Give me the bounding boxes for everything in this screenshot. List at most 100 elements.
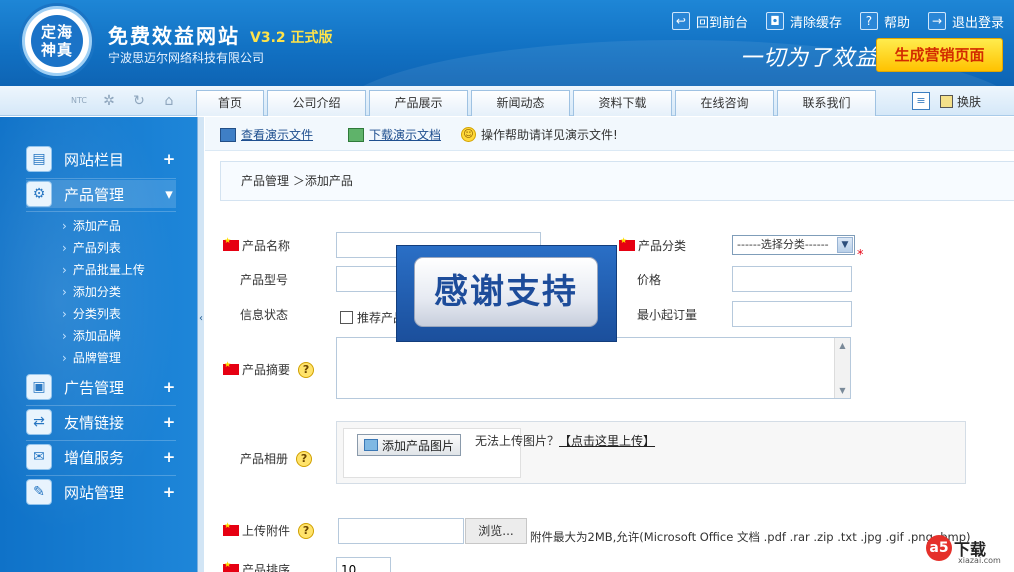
- sub-item-add-brand[interactable]: 添加品牌: [62, 325, 145, 347]
- category-select[interactable]: ------选择分类------ ▼: [732, 235, 855, 255]
- download-demo-link[interactable]: 下载演示文档: [369, 126, 441, 143]
- sub-item-product-list[interactable]: 产品列表: [62, 237, 145, 259]
- product-name-label-text: 产品名称: [242, 239, 291, 253]
- app-logo[interactable]: 定海 神真: [22, 6, 92, 76]
- add-image-label: 添加产品图片: [382, 438, 455, 453]
- home-return-icon: ↩: [671, 12, 690, 30]
- help-question-icon[interactable]: ?: [296, 450, 313, 467]
- logout-link[interactable]: → 退出登录: [927, 10, 1004, 32]
- nav-tabs: 首页 公司介绍 产品展示 新闻动态 资料下载 在线咨询 联系我们: [196, 90, 876, 116]
- attachment-file-input[interactable]: [338, 518, 464, 544]
- sort-label: 产品排序: [223, 560, 290, 572]
- upload-fail-text: 无法上传图片？: [475, 434, 560, 448]
- help-question-icon[interactable]: ?: [298, 361, 315, 378]
- sidebar-splitter[interactable]: ‹: [197, 117, 204, 572]
- smiley-icon: ☺: [461, 127, 476, 142]
- slogan: 一切为了效益: [740, 46, 879, 71]
- scroll-down-icon[interactable]: ▼: [835, 383, 850, 398]
- view-demo-link[interactable]: 查看演示文件: [241, 126, 313, 143]
- list-icon[interactable]: ≡: [912, 92, 930, 110]
- sidebar-section-label: 产品管理: [64, 185, 125, 204]
- ad-icon: ▣: [26, 374, 52, 400]
- required-flag-icon: [223, 236, 239, 251]
- sidebar-section-columns[interactable]: ▤ 网站栏目 +: [26, 145, 176, 173]
- upload-here-link[interactable]: 【点击这里上传】: [559, 434, 655, 448]
- divider: [26, 405, 176, 406]
- sub-item-bulk-upload[interactable]: 产品批量上传: [62, 259, 145, 281]
- main-content: 查看演示文件 下载演示文档 ☺ 操作帮助请详见演示文件! 产品管理 ＞添加产品 …: [205, 117, 1014, 572]
- help-link[interactable]: ? 帮助: [859, 10, 910, 32]
- browse-button[interactable]: 浏览...: [465, 518, 527, 544]
- view-demo: 查看演示文件: [220, 126, 313, 143]
- tab-consult[interactable]: 在线咨询: [675, 90, 774, 116]
- clear-cache-link[interactable]: ◘ 清除缓存: [765, 10, 842, 32]
- album-label-text: 产品相册: [240, 452, 289, 466]
- sidebar-section-value-added[interactable]: ✉ 增值服务 +: [26, 443, 176, 471]
- return-frontend-link[interactable]: ↩ 回到前台: [671, 10, 748, 32]
- top-links: ↩ 回到前台 ◘ 清除缓存 ? 帮助 → 退出登录: [671, 10, 1004, 32]
- tab-company[interactable]: 公司介绍: [267, 90, 366, 116]
- tab-news[interactable]: 新闻动态: [471, 90, 570, 116]
- generate-marketing-page-button[interactable]: 生成营销页面: [876, 38, 1003, 72]
- gear-icon[interactable]: ✲: [100, 92, 118, 110]
- sidebar-section-label: 广告管理: [64, 378, 125, 397]
- sidebar-section-products[interactable]: ⚙ 产品管理 ▾: [26, 180, 176, 208]
- summary-textarea[interactable]: ▲ ▼: [336, 337, 851, 399]
- chat-icon: ✉: [26, 444, 52, 470]
- required-flag-icon: [223, 560, 239, 572]
- skin-button[interactable]: 换肤: [940, 93, 981, 110]
- return-frontend-label: 回到前台: [695, 15, 748, 31]
- home-icon[interactable]: ⌂: [160, 92, 178, 110]
- scrollbar[interactable]: ▲ ▼: [834, 338, 850, 398]
- nav-icon-group: NTC ✲ ↻ ⌂: [70, 92, 178, 110]
- sub-item-add-category[interactable]: 添加分类: [62, 281, 145, 303]
- clear-cache-label: 清除缓存: [789, 15, 842, 31]
- attachment-label: 上传附件 ?: [223, 521, 315, 539]
- ntc-icon[interactable]: NTC: [70, 92, 88, 110]
- sidebar-section-ads[interactable]: ▣ 广告管理 +: [26, 373, 176, 401]
- sub-item-brand-manage[interactable]: 品牌管理: [62, 347, 145, 369]
- category-selected-value: ------选择分类------: [737, 238, 829, 251]
- logout-label: 退出登录: [951, 15, 1004, 31]
- expand-icon: +: [162, 150, 176, 168]
- collapse-arrow-icon[interactable]: ‹: [199, 313, 203, 324]
- divider: [26, 440, 176, 441]
- tab-products[interactable]: 产品展示: [369, 90, 468, 116]
- min-order-input[interactable]: [732, 301, 852, 327]
- sidebar-section-label: 网站管理: [64, 483, 125, 502]
- sidebar-section-links[interactable]: ⇄ 友情链接 +: [26, 408, 176, 436]
- sub-item-category-list[interactable]: 分类列表: [62, 303, 145, 325]
- refresh-icon[interactable]: ↻: [130, 92, 148, 110]
- price-label: 价格: [637, 273, 662, 287]
- monitor-icon: [220, 127, 236, 142]
- watermark-sub: xiazai.com: [958, 556, 1001, 565]
- divider: [26, 211, 176, 212]
- tab-contact[interactable]: 联系我们: [777, 90, 876, 116]
- sidebar: ‹ ▤ 网站栏目 + ⚙ 产品管理 ▾ 添加产品 产品列表 产品批量上传 添加分…: [0, 117, 204, 572]
- nav-bar: NTC ✲ ↻ ⌂ 首页 公司介绍 产品展示 新闻动态 资料下载 在线咨询 联系…: [0, 86, 1014, 116]
- attachment-hint: 附件最大为2MB,允许(Microsoft Office 文档 .pdf .ra…: [530, 530, 971, 544]
- thanks-text: 感谢支持: [414, 257, 598, 327]
- sidebar-section-site-manage[interactable]: ✎ 网站管理 +: [26, 478, 176, 506]
- product-sub-menu: 添加产品 产品列表 产品批量上传 添加分类 分类列表 添加品牌 品牌管理: [62, 215, 145, 369]
- expand-icon: +: [162, 378, 176, 396]
- model-label: 产品型号: [240, 273, 289, 287]
- help-label: 帮助: [883, 15, 910, 31]
- scroll-up-icon[interactable]: ▲: [835, 338, 850, 353]
- sidebar-section-label: 网站栏目: [64, 150, 125, 169]
- nav-right: ≡ 换肤: [912, 92, 981, 110]
- expand-icon: +: [162, 483, 176, 501]
- summary-label: 产品摘要 ?: [223, 360, 315, 378]
- sort-input[interactable]: [336, 557, 391, 572]
- download-demo: 下载演示文档: [348, 126, 441, 143]
- category-label-text: 产品分类: [638, 239, 687, 253]
- skin-icon: [940, 94, 953, 108]
- add-image-button[interactable]: 添加产品图片: [357, 434, 462, 456]
- image-icon: [364, 439, 378, 451]
- sub-item-add-product[interactable]: 添加产品: [62, 215, 145, 237]
- tab-home[interactable]: 首页: [196, 90, 264, 116]
- price-input[interactable]: [732, 266, 852, 292]
- logo-text: 定海 神真: [31, 15, 83, 67]
- tab-downloads[interactable]: 资料下载: [573, 90, 672, 116]
- help-question-icon[interactable]: ?: [298, 522, 315, 539]
